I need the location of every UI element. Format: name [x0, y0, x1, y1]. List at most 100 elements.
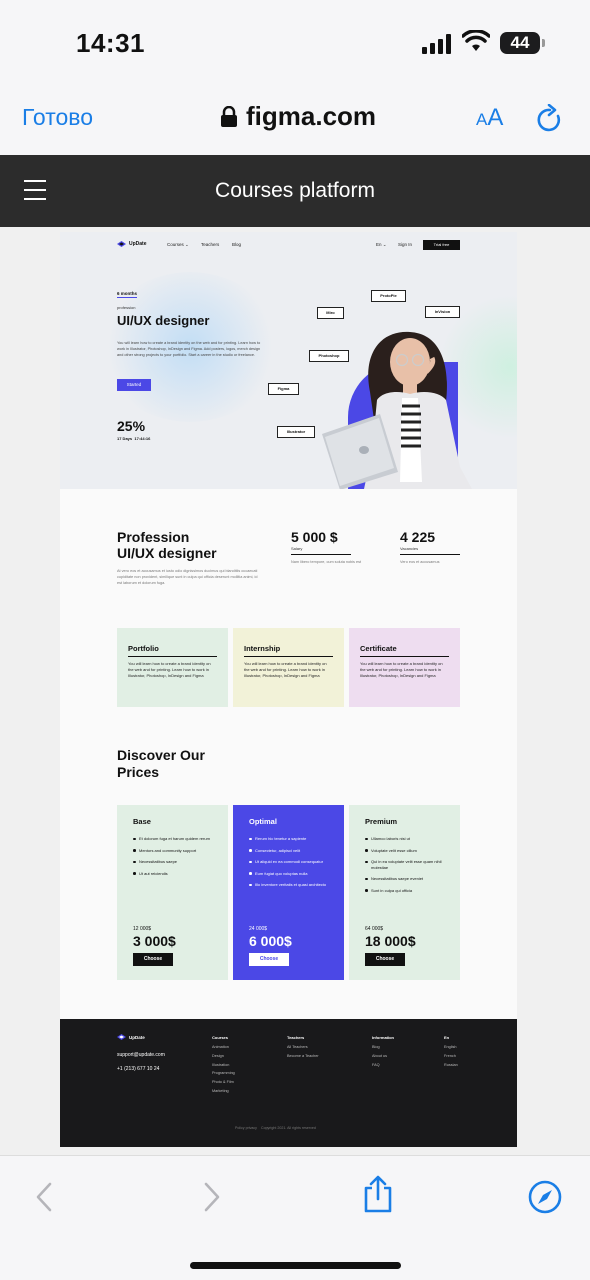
footer-phone[interactable]: +1 (213) 677 10 24: [117, 1066, 159, 1072]
choose-button[interactable]: Choose: [249, 953, 289, 966]
list-item: Mentors and community support: [133, 848, 212, 854]
choose-button[interactable]: Choose: [133, 953, 173, 966]
footer-col-information: Information Blog About us FAQ: [372, 1035, 394, 1067]
card-portfolio: Portfolio You will learn how to create a…: [117, 628, 228, 707]
salary-subtext: Nam libero tempore, cum soluta nobis est: [291, 560, 362, 564]
list-item: Necessitatibus saepe eveniet: [365, 876, 444, 882]
browser-address-bar: Готово figma.com AA: [0, 88, 590, 155]
prices-title: Discover Our Prices: [117, 747, 205, 780]
price-old: 64 000$: [365, 926, 384, 932]
price-card-optimal: Optimal Rerum hic tenetur a sapiente Con…: [233, 805, 344, 980]
list-item: Qui in ea voluptate velit esse quam nihi…: [365, 859, 444, 870]
footer-email[interactable]: support@update.com: [117, 1052, 165, 1058]
price-old: 12 000$: [133, 926, 152, 932]
design-frame: UpDate Courses ⌄ Teachers Blog En ⌄ Sign…: [60, 232, 517, 1147]
salary-stat: 5 000 $ Salary Nam libero tempore, cum s…: [291, 529, 361, 564]
logo-mark-icon: [117, 241, 126, 247]
site-logo[interactable]: UpDate: [117, 241, 147, 247]
footer-logo[interactable]: UpDate: [117, 1034, 145, 1040]
list-item: Ullamco laboris nisi ut: [365, 836, 444, 842]
footer-col-language: En English French Russian: [444, 1035, 458, 1067]
list-item: Ut aut reiciendis: [133, 871, 212, 877]
vacancies-value: 4 225: [400, 529, 436, 545]
footer-link[interactable]: Blog: [372, 1045, 394, 1049]
tool-tag-miro: Miro: [317, 307, 344, 319]
back-icon[interactable]: [34, 1182, 54, 1212]
text-size-small: A: [476, 110, 488, 129]
list-item: Necessitatibus saepe: [133, 859, 212, 865]
list-item: Voluptate velit esse cillum: [365, 848, 444, 854]
tool-tag-photoshop: Photoshop: [309, 350, 349, 362]
prototype-header: Courses platform: [0, 155, 590, 227]
text-size-button[interactable]: AA: [476, 104, 503, 132]
footer-link[interactable]: FAQ: [372, 1063, 394, 1067]
tool-tag-invision: InVision: [425, 306, 460, 318]
price-card-base: Base Et dolorum fuga et harum quidem rer…: [117, 805, 228, 980]
footer-legal: Policy privacy Copyright 2021. All right…: [235, 1126, 316, 1130]
trial-free-button[interactable]: Trial free: [423, 240, 460, 250]
footer-link[interactable]: English: [444, 1045, 458, 1049]
reload-icon[interactable]: [536, 104, 564, 134]
card-certificate: Certificate You will learn how to create…: [349, 628, 460, 707]
nav-blog[interactable]: Blog: [232, 242, 241, 247]
list-item: Rerum hic tenetur a sapiente: [249, 836, 328, 842]
footer-link[interactable]: Animation: [212, 1045, 235, 1049]
nav-courses[interactable]: Courses ⌄: [167, 242, 189, 248]
price-plan-name: Optimal: [249, 817, 277, 826]
card-internship: Internship You will learn how to create …: [233, 628, 344, 707]
logo-mark-icon: [117, 1034, 126, 1040]
battery-icon: 44: [500, 32, 545, 54]
list-item: Et dolorum fuga et harum quidem rerum: [133, 836, 212, 842]
text-size-large: A: [487, 104, 504, 131]
footer-link[interactable]: Become a Teacher: [287, 1054, 319, 1058]
forward-icon[interactable]: [202, 1182, 222, 1212]
started-button[interactable]: Started: [117, 379, 151, 391]
footer-link[interactable]: Photo & Film: [212, 1080, 235, 1084]
nav-lang[interactable]: En ⌄: [376, 242, 387, 248]
footer-link[interactable]: Illustration: [212, 1063, 235, 1067]
home-indicator: [190, 1262, 401, 1269]
list-item: Ut aliquid ex ea commodi consequatur: [249, 859, 328, 865]
chevron-down-icon: ⌄: [382, 242, 387, 247]
footer-link[interactable]: French: [444, 1054, 458, 1058]
card-text: You will learn how to create a brand ide…: [128, 661, 211, 678]
wifi-icon: [462, 30, 490, 51]
salary-value: 5 000 $: [291, 529, 338, 545]
footer-link[interactable]: Russian: [444, 1063, 458, 1067]
nav-signin[interactable]: Sign In: [398, 242, 412, 247]
list-item: Illo inventore veritatis et quasi archit…: [249, 882, 328, 888]
discount-percent: 25%: [117, 418, 146, 434]
footer-link[interactable]: Marketing: [212, 1089, 235, 1093]
salary-label: Salary: [291, 546, 351, 555]
share-icon[interactable]: [362, 1174, 394, 1214]
footer-col-courses: Courses Animation Design Illustration Pr…: [212, 1035, 235, 1093]
price-feature-list: Rerum hic tenetur a sapiente Consectetur…: [249, 836, 328, 888]
price-plan-name: Base: [133, 817, 151, 826]
lock-icon: [221, 106, 237, 127]
profession-description: At vero eos et accusamus et iusto odio d…: [117, 569, 258, 585]
prototype-title: Courses platform: [215, 179, 375, 202]
site-logo-text: UpDate: [129, 241, 147, 247]
card-text: You will learn how to create a brand ide…: [360, 661, 443, 678]
privacy-link[interactable]: Policy privacy: [235, 1126, 257, 1130]
nav-teachers[interactable]: Teachers: [201, 242, 219, 247]
price-new: 6 000$: [249, 933, 292, 949]
chevron-down-icon: ⌄: [185, 242, 189, 247]
prototype-canvas: UpDate Courses ⌄ Teachers Blog En ⌄ Sign…: [0, 227, 590, 1155]
list-item: Eum fugiat quo voluptas nulla: [249, 871, 328, 877]
price-old: 24 000$: [249, 926, 268, 932]
price-feature-list: Et dolorum fuga et harum quidem rerum Me…: [133, 836, 212, 876]
url-host[interactable]: figma.com: [246, 101, 376, 132]
footer-link[interactable]: Design: [212, 1054, 235, 1058]
footer-link[interactable]: Programming: [212, 1071, 235, 1075]
done-button[interactable]: Готово: [22, 104, 93, 131]
price-plan-name: Premium: [365, 817, 398, 826]
footer-link[interactable]: About us: [372, 1054, 394, 1058]
footer-link[interactable]: All Teachers: [287, 1045, 319, 1049]
price-new: 3 000$: [133, 933, 176, 949]
choose-button[interactable]: Choose: [365, 953, 405, 966]
compass-icon[interactable]: [528, 1180, 562, 1214]
copyright: Copyright 2021. All rights reserved: [260, 1126, 316, 1130]
card-text: You will learn how to create a brand ide…: [244, 661, 327, 678]
profession-label: profession: [117, 305, 136, 310]
